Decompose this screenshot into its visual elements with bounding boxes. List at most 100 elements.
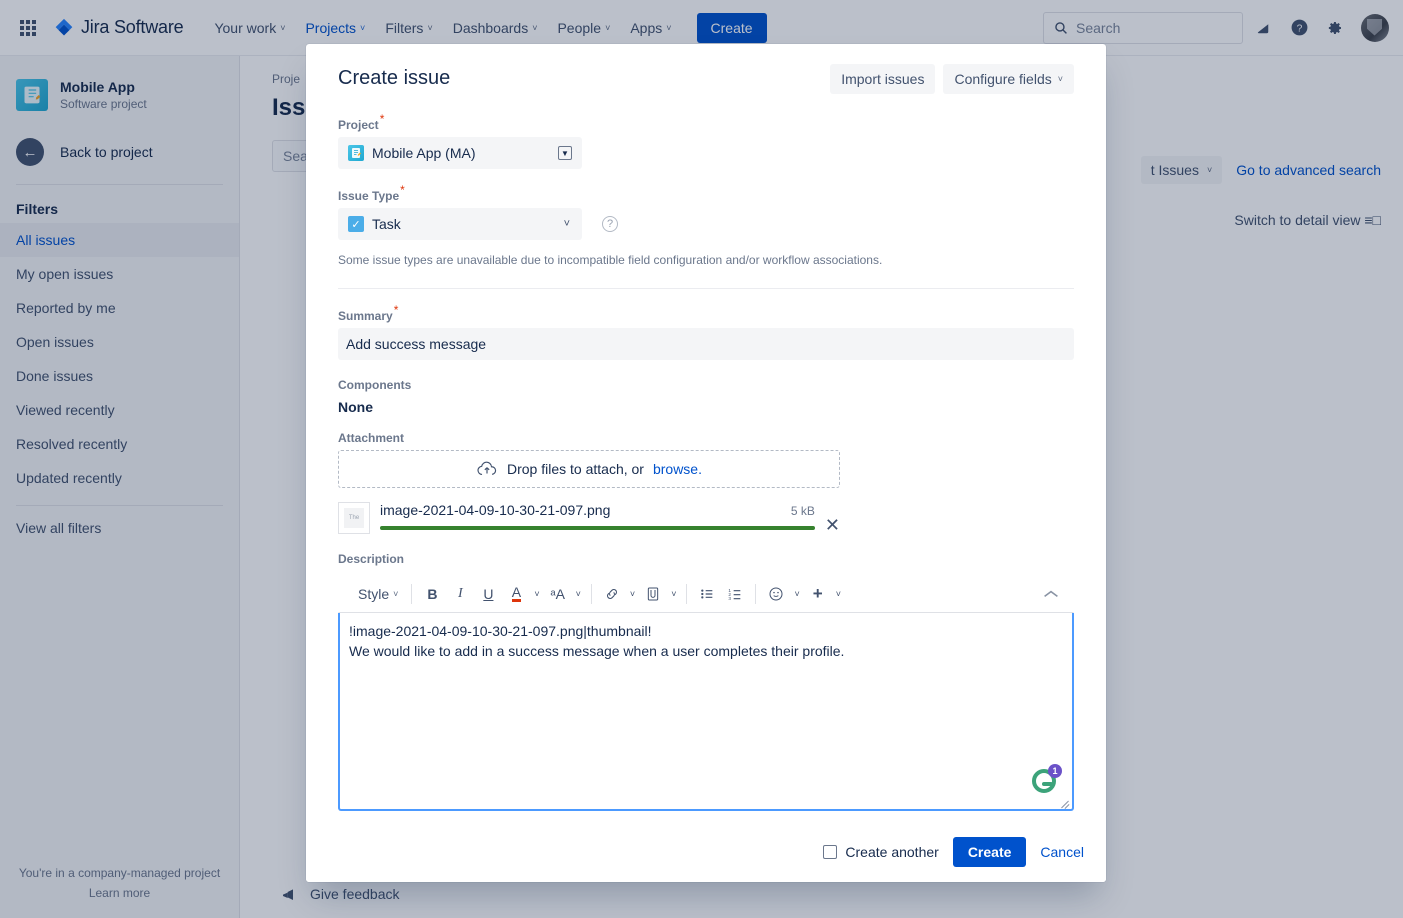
nav-item-your-work[interactable]: Your work ˅ — [205, 14, 294, 42]
configure-fields-button[interactable]: Configure fields ˅ — [943, 64, 1074, 94]
link-chevron-down-icon[interactable]: ˅ — [627, 589, 638, 599]
app-switcher-icon[interactable] — [12, 12, 44, 44]
sidebar-item-viewed-recently[interactable]: Viewed recently — [0, 393, 239, 427]
sidebar-project-name: Mobile App — [60, 79, 135, 95]
sidebar-project-header[interactable]: Mobile App Software project — [0, 56, 239, 120]
jira-brand-link[interactable]: Jira Software — [54, 17, 184, 38]
attachment-item: The image-2021-04-09-10-30-21-097.png 5 … — [338, 502, 840, 534]
settings-icon[interactable] — [1319, 12, 1351, 44]
browse-link[interactable]: browse. — [653, 461, 702, 477]
more-text-styles-button[interactable]: ᵃA — [545, 581, 571, 607]
sidebar-item-all-issues[interactable]: All issues — [0, 223, 239, 257]
nav-item-projects[interactable]: Projects ˅ — [296, 14, 374, 42]
help-icon[interactable]: ? — [1283, 12, 1315, 44]
attach-icon[interactable] — [640, 581, 666, 607]
chevron-down-icon: ˅ — [1206, 165, 1213, 175]
summary-input[interactable] — [338, 328, 1074, 360]
description-line-1: !image-2021-04-09-10-30-21-097.png|thumb… — [349, 623, 652, 639]
sidebar-item-open-issues[interactable]: Open issues — [0, 325, 239, 359]
nav-label: Projects — [305, 19, 357, 36]
chevron-down-icon: ˅ — [427, 22, 433, 33]
grammarly-icon[interactable]: 1 — [1032, 764, 1062, 795]
italic-button[interactable]: I — [447, 581, 473, 607]
sidebar-item-reported-by-me[interactable]: Reported by me — [0, 291, 239, 325]
link-icon[interactable] — [599, 581, 625, 607]
issue-type-value: Task — [372, 216, 401, 232]
bold-button[interactable]: B — [419, 581, 445, 607]
create-button[interactable]: Create — [952, 837, 1027, 867]
attachment-top-row: image-2021-04-09-10-30-21-097.png 5 kB — [380, 502, 815, 518]
issues-filter-pill[interactable]: t Issues ˅ — [1140, 156, 1223, 184]
dialog-footer: Create another Create Cancel — [306, 822, 1106, 882]
go-to-advanced-search-link[interactable]: Go to advanced search — [1236, 162, 1381, 178]
issue-type-row: ✓ Task ˅ ? — [338, 208, 1074, 240]
attachment-thumb-text: The — [344, 508, 364, 528]
sidebar-item-updated-recently[interactable]: Updated recently — [0, 461, 239, 495]
import-issues-button[interactable]: Import issues — [830, 64, 936, 94]
insert-more-chevron-down-icon[interactable]: ˅ — [833, 589, 844, 599]
attachment-label: Attachment — [338, 431, 405, 445]
notifications-icon[interactable] — [1247, 12, 1279, 44]
collapse-toolbar-icon[interactable] — [1043, 589, 1067, 599]
give-feedback-label: Give feedback — [310, 886, 400, 902]
description-textarea[interactable]: !image-2021-04-09-10-30-21-097.png|thumb… — [338, 613, 1074, 811]
attachment-file-name: image-2021-04-09-10-30-21-097.png — [380, 502, 611, 518]
avatar[interactable] — [1361, 13, 1389, 42]
nav-item-people[interactable]: People ˅ — [548, 14, 619, 42]
nav-item-dashboards[interactable]: Dashboards ˅ — [444, 14, 547, 42]
section-divider — [338, 288, 1074, 289]
sidebar-item-view-all-filters[interactable]: View all filters — [0, 506, 239, 545]
textarea-resize-handle[interactable] — [1060, 797, 1070, 807]
chevron-down-icon: ˅ — [666, 22, 672, 33]
chevron-down-icon[interactable]: ˅ — [564, 218, 570, 230]
remove-attachment-icon[interactable]: ✕ — [825, 502, 840, 534]
attachment-dropzone[interactable]: Drop files to attach, or browse. — [338, 450, 840, 488]
text-color-chevron-down-icon[interactable]: ˅ — [531, 589, 542, 599]
search-placeholder: Search — [1076, 19, 1121, 36]
sidebar-item-my-open-issues[interactable]: My open issues — [0, 257, 239, 291]
global-create-button[interactable]: Create — [696, 12, 767, 43]
upload-cloud-icon — [476, 460, 498, 478]
nav-item-apps[interactable]: Apps ˅ — [621, 14, 680, 42]
search-input[interactable]: Search — [1043, 11, 1243, 44]
sidebar-section-filters: Filters — [16, 201, 59, 217]
switch-to-detail-view-button[interactable]: Switch to detail view ≡□ — [1141, 212, 1381, 228]
numbered-list-icon[interactable]: 123 — [722, 581, 748, 607]
sidebar-project-type: Software project — [60, 97, 147, 111]
insert-more-button[interactable]: + — [805, 581, 831, 607]
learn-more-link[interactable]: Learn more — [0, 886, 239, 900]
nav-item-filters[interactable]: Filters ˅ — [376, 14, 441, 42]
create-another-checkbox[interactable]: Create another — [823, 844, 939, 860]
issue-type-select[interactable]: ✓ Task ˅ — [338, 208, 582, 240]
nav-label: Your work — [214, 19, 277, 36]
content-right-actions: t Issues ˅ Go to advanced search Switch … — [1140, 156, 1381, 228]
chevron-down-icon: ˅ — [532, 22, 538, 33]
more-text-styles-chevron-down-icon[interactable]: ˅ — [573, 589, 584, 599]
project-select[interactable]: Mobile App (MA) ▼ — [338, 137, 582, 169]
attach-chevron-down-icon[interactable]: ˅ — [668, 589, 679, 599]
text-color-glyph: A — [511, 584, 522, 602]
back-to-project-button[interactable]: ← Back to project — [0, 130, 239, 174]
issue-type-help-icon[interactable]: ? — [602, 216, 618, 232]
cancel-button[interactable]: Cancel — [1040, 844, 1084, 860]
toolbar-group-lists: 123 — [687, 581, 755, 607]
sidebar-item-done-issues[interactable]: Done issues — [0, 359, 239, 393]
emoji-icon[interactable] — [763, 581, 789, 607]
style-dropdown-button[interactable]: Style ˅ — [352, 581, 404, 607]
components-label: Components — [338, 378, 412, 392]
underline-button[interactable]: U — [475, 581, 501, 607]
emoji-chevron-down-icon[interactable]: ˅ — [791, 589, 802, 599]
dialog-header-actions: Import issues Configure fields ˅ — [830, 64, 1074, 94]
summary-field: Summary* — [338, 304, 1074, 360]
dialog-title: Create issue — [338, 67, 451, 89]
project-value: Mobile App (MA) — [372, 145, 476, 161]
give-feedback-button[interactable]: Give feedback — [280, 886, 400, 902]
chevron-down-icon: ˅ — [280, 22, 286, 33]
sidebar-footer: You're in a company-managed project Lear… — [0, 866, 239, 900]
sidebar-item-resolved-recently[interactable]: Resolved recently — [0, 427, 239, 461]
bullet-list-icon[interactable] — [694, 581, 720, 607]
nav-label: Dashboards — [452, 19, 529, 36]
project-field: Project* Mobile App (MA) ▼ — [338, 113, 1074, 169]
chevron-down-icon[interactable]: ▼ — [558, 146, 572, 160]
text-color-button[interactable]: A — [503, 581, 529, 607]
